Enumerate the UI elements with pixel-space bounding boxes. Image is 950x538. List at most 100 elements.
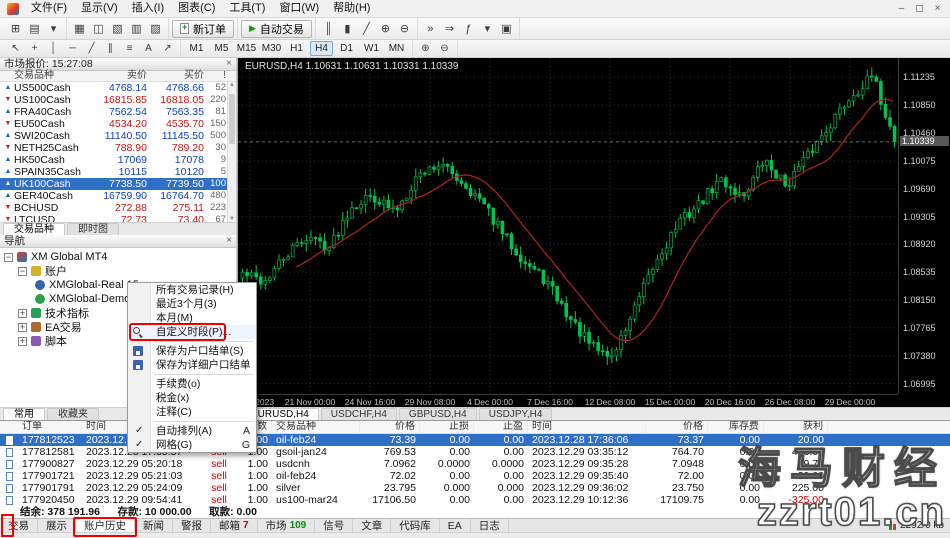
menu-item-grid[interactable]: ✓ 网格(G) G — [128, 438, 256, 452]
column-header-bid[interactable]: 卖价 — [90, 71, 147, 81]
chart-tab-gbpusdh4[interactable]: GBPUSD,H4 — [399, 408, 477, 420]
bar-chart-icon[interactable]: ║ — [319, 20, 338, 37]
navigator-tab-favorites[interactable]: 收藏夹 — [47, 408, 99, 420]
menu-item-this-month[interactable]: ✓ 本月(M) — [128, 311, 256, 325]
tree-expander-icon[interactable] — [18, 309, 27, 318]
crosshair-icon[interactable]: + — [25, 41, 44, 56]
tab-experts[interactable]: EA — [440, 519, 471, 532]
menu-item-save-as-report[interactable]: ✓ 保存为户口结单(S) — [128, 344, 256, 358]
text-label-icon[interactable]: A — [139, 41, 158, 56]
menu-item[interactable]: 图表(C) — [171, 0, 222, 17]
fibonacci-icon[interactable]: ≡ — [120, 41, 139, 56]
menu-item[interactable]: 窗口(W) — [272, 0, 326, 17]
history-column-header[interactable]: 止盈 — [474, 421, 528, 433]
menu-item[interactable]: 文件(F) — [24, 0, 74, 17]
auto-scroll-icon[interactable]: » — [421, 20, 440, 37]
menu-item-save-as-detailed-report[interactable]: ✓ 保存为详细户口结单(D) — [128, 358, 256, 372]
scrollbar[interactable] — [227, 82, 236, 222]
cursor-icon[interactable]: ↖ — [6, 41, 25, 56]
tree-expander-icon[interactable] — [18, 323, 27, 332]
tab-account-history[interactable]: 账户历史 — [76, 519, 135, 532]
history-column-header[interactable]: 订单 — [18, 421, 82, 433]
timeframe-w1-button[interactable]: W1 — [360, 41, 383, 56]
market-watch-row[interactable]: GER40Cash 16759.90 16764.70 480 — [0, 190, 236, 202]
history-column-header[interactable]: 价格 — [360, 421, 420, 433]
profiles-dropdown-icon[interactable]: ▾ — [44, 20, 63, 37]
indicators-list-icon[interactable]: ƒ — [459, 20, 478, 37]
autotrading-button[interactable]: ▶ 自动交易 — [241, 20, 312, 38]
zoom-in-icon[interactable]: ⊕ — [416, 41, 435, 56]
column-header-spread[interactable]: ! — [204, 71, 226, 81]
history-column-header[interactable]: 止损 — [420, 421, 474, 433]
timeframe-m30-button[interactable]: M30 — [260, 41, 283, 56]
history-column-header[interactable]: 交易品种 — [272, 421, 360, 433]
close-button[interactable]: × — [929, 1, 946, 17]
tab-mailbox[interactable]: 邮箱 7 — [211, 519, 258, 532]
tree-expander-icon[interactable] — [18, 267, 27, 276]
candlestick-chart-icon[interactable]: ▮ — [338, 20, 357, 37]
menu-item[interactable]: 工具(T) — [222, 0, 272, 17]
terminal-toggle-icon[interactable]: ▥ — [127, 20, 146, 37]
market-watch-toggle-icon[interactable]: ▦ — [70, 20, 89, 37]
tab-trade[interactable]: 交易 — [0, 519, 38, 532]
tab-signals[interactable]: 信号 — [315, 519, 353, 532]
close-icon[interactable]: × — [226, 59, 232, 69]
menu-item-all-history[interactable]: ✓ 所有交易记录(H) — [128, 283, 256, 297]
new-order-button[interactable]: 新订单 — [172, 20, 234, 38]
navigator-accounts[interactable]: 账户 — [0, 264, 236, 278]
tab-journal[interactable]: 日志 — [471, 519, 509, 532]
candlestick-chart[interactable] — [238, 58, 898, 394]
date-axis[interactable]: 15 Nov 202321 Nov 00:0024 Nov 16:0029 No… — [238, 394, 898, 407]
tree-expander-icon[interactable] — [4, 253, 13, 262]
menu-item-last-3-months[interactable]: ✓ 最近3个月(3) — [128, 297, 256, 311]
zoom-out-icon[interactable]: ⊖ — [435, 41, 454, 56]
zoom-in-icon[interactable]: ⊕ — [376, 20, 395, 37]
scrollbar-thumb[interactable] — [229, 94, 235, 144]
horizontal-line-icon[interactable]: ─ — [63, 41, 82, 56]
chart-tab-usdjpyh4[interactable]: USDJPY,H4 — [479, 408, 553, 420]
templates-icon[interactable]: ▣ — [497, 20, 516, 37]
zoom-out-icon[interactable]: ⊖ — [395, 20, 414, 37]
menu-item-comments[interactable]: ✓ 注释(C) — [128, 405, 256, 419]
history-column-header[interactable]: 获利 — [764, 421, 828, 433]
timeframe-mn-button[interactable]: MN — [385, 41, 408, 56]
market-watch-row[interactable]: US100Cash 16815.85 16818.05 220 — [0, 94, 236, 106]
timeframe-h1-button[interactable]: H1 — [285, 41, 308, 56]
line-chart-icon[interactable]: ╱ — [357, 20, 376, 37]
timeframe-m1-button[interactable]: M1 — [185, 41, 208, 56]
market-watch-tab-symbols[interactable]: 交易品种 — [3, 223, 65, 235]
new-chart-icon[interactable]: ⊞ — [6, 20, 25, 37]
menu-item[interactable]: 显示(V) — [74, 0, 125, 17]
history-column-header[interactable]: 库存费 — [708, 421, 764, 433]
strategy-tester-toggle-icon[interactable]: ▨ — [146, 20, 165, 37]
market-watch-row[interactable]: SPAIN35Cash 10115 10120 5 — [0, 166, 236, 178]
arrow-tools-icon[interactable]: ↗ — [158, 41, 177, 56]
tab-news[interactable]: 新闻 — [135, 519, 173, 532]
equidistant-channel-icon[interactable]: ∥ — [101, 41, 120, 56]
menu-item[interactable]: 帮助(H) — [326, 0, 377, 17]
tab-articles[interactable]: 文章 — [353, 519, 391, 532]
navigator-toggle-icon[interactable]: ▧ — [108, 20, 127, 37]
history-table-row[interactable]: 177901721 2023.12.29 05:21:03 sell 1.00 … — [0, 470, 950, 482]
data-window-toggle-icon[interactable]: ◫ — [89, 20, 108, 37]
menu-item[interactable]: 插入(I) — [125, 0, 171, 17]
market-watch-row[interactable]: EU50Cash 4534.20 4535.70 150 — [0, 118, 236, 130]
price-axis[interactable]: 1.112351.108501.104601.100751.096901.093… — [898, 58, 950, 394]
tab-exposure[interactable]: 展示 — [38, 519, 76, 532]
menu-item-auto-arrange[interactable]: ✓ 自动排列(A) A — [128, 424, 256, 438]
close-icon[interactable]: × — [226, 236, 232, 246]
market-watch-row[interactable]: HK50Cash 17069 17078 9 — [0, 154, 236, 166]
market-watch-row[interactable]: US500Cash 4768.14 4768.66 52 — [0, 82, 236, 94]
history-table-row[interactable]: 177900827 2023.12.29 05:20:18 sell 1.00 … — [0, 458, 950, 470]
periods-dropdown-icon[interactable]: ▾ — [478, 20, 497, 37]
history-column-header[interactable]: 价格 — [646, 421, 708, 433]
navigator-tab-common[interactable]: 常用 — [3, 408, 45, 420]
chart-shift-icon[interactable]: ⇒ — [440, 20, 459, 37]
menu-item-commissions[interactable]: ✓ 手续费(o) — [128, 377, 256, 391]
market-watch-row[interactable]: FRA40Cash 7562.54 7563.35 81 — [0, 106, 236, 118]
vertical-line-icon[interactable]: │ — [44, 41, 63, 56]
tree-expander-icon[interactable] — [18, 337, 27, 346]
timeframe-m5-button[interactable]: M5 — [210, 41, 233, 56]
history-table-row[interactable]: 177920450 2023.12.29 09:54:41 sell 1.00 … — [0, 494, 950, 506]
timeframe-m15-button[interactable]: M15 — [235, 41, 258, 56]
